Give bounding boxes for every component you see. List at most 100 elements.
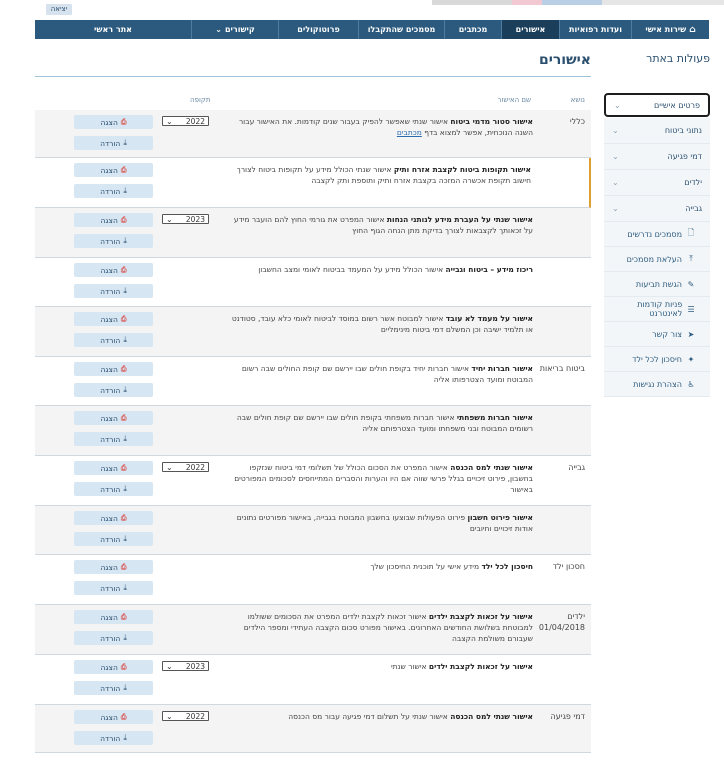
column-header-topic: נושא [570, 96, 585, 104]
view-button[interactable]: ⎙ הצגה [74, 610, 153, 624]
view-button-label: הצגה [100, 712, 118, 722]
sidebar-item-injury-pay[interactable]: דמי פגיעה ⌄ [604, 144, 710, 170]
row-description: אישור שנתי למס הכנסה אישור המפרט את הסכו… [223, 462, 533, 495]
sidebar-link-contact[interactable]: ➤ צור קשר [604, 322, 710, 347]
chevron-down-icon: ⌄ [166, 711, 173, 721]
pdf-icon: ⎙ [120, 364, 127, 373]
view-button[interactable]: ⎙ הצגה [74, 710, 153, 724]
send-icon: ➤ [687, 329, 695, 339]
sidebar-item-insurance-data[interactable]: נתוני ביטוח ⌄ [604, 118, 710, 144]
download-button[interactable]: ⤓ הורדה [74, 234, 153, 248]
download-button[interactable]: ⤓ הורדה [74, 383, 153, 397]
download-button[interactable]: ⤓ הורדה [74, 681, 153, 695]
sidebar-item-personal-details[interactable]: פרטים אישיים ⌄ [604, 93, 710, 117]
download-button[interactable]: ⤓ הורדה [74, 631, 153, 645]
row-description: אישור על זכאות לקצבת ילדים אישור שנתי [223, 661, 533, 672]
sidebar-item-label: פרטים אישיים [653, 100, 700, 110]
sidebar-link-submit-claims[interactable]: ✎ הגשת תביעות [604, 272, 710, 297]
sidebar-item-children[interactable]: ילדים ⌄ [604, 170, 710, 196]
period-value: 2023 [185, 661, 205, 671]
table-row: אישור שנתי על העברת מידע לנותני הנחות אי… [35, 208, 591, 258]
sidebar-link-child-savings[interactable]: ✦ חיסכון לכל ילד [604, 347, 710, 372]
nav-letters[interactable]: מכתבים [444, 20, 501, 39]
table-row: כללי אישור סטור מדמי ביטוח אישור שנתי שאפ… [35, 110, 591, 158]
chevron-down-icon: ⌄ [614, 100, 621, 110]
pdf-icon: ⎙ [120, 215, 127, 224]
download-button[interactable]: ⤓ הורדה [74, 136, 153, 150]
view-button[interactable]: ⎙ הצגה [74, 213, 153, 227]
download-button-label: הורדה [100, 484, 121, 494]
view-button[interactable]: ⎙ הצגה [74, 560, 153, 574]
view-button[interactable]: ⎙ הצגה [74, 115, 153, 129]
download-button-label: הורדה [100, 286, 121, 296]
sidebar-link-required-docs[interactable]: 🗋 מסמכים נדרשים [604, 222, 710, 247]
approval-name: אישור על זכאות לקצבת ילדים [428, 662, 533, 671]
period-select[interactable]: 2023 ⌄ [162, 214, 209, 224]
sidebar-item-collection[interactable]: גבייה ⌄ [604, 196, 710, 222]
view-button-label: הצגה [100, 413, 118, 423]
view-button[interactable]: ⎙ הצגה [74, 660, 153, 674]
view-button[interactable]: ⎙ הצגה [74, 411, 153, 425]
nav-approvals[interactable]: אישורים [501, 20, 559, 39]
approval-description: אישור שנתי [390, 662, 429, 671]
sidebar-link-label: צור קשר [652, 329, 682, 339]
nav-personal-service[interactable]: ⌂ שירות אישי [631, 20, 709, 39]
view-button-label: הצגה [100, 662, 118, 672]
download-button[interactable]: ⤓ הורדה [74, 532, 153, 546]
exit-button[interactable]: יציאה [46, 4, 72, 15]
row-description: אישור תקופות ביטוח לקצבת אזרח ותיק אישור… [221, 164, 531, 186]
period-select[interactable]: 2022 ⌄ [162, 462, 209, 472]
nav-main-site[interactable]: אתר ראשי [35, 20, 191, 39]
nav-received-documents[interactable]: מסמכים שהתקבלו [358, 20, 444, 39]
download-button[interactable]: ⤓ הורדה [74, 731, 153, 745]
download-button[interactable]: ⤓ הורדה [74, 333, 153, 347]
nav-links[interactable]: קישורים ⌄ [191, 20, 278, 39]
pdf-icon: ⎙ [120, 562, 127, 571]
nav-label: אישורים [515, 25, 546, 34]
period-select[interactable]: 2022 ⌄ [162, 711, 209, 721]
nav-protocols[interactable]: פרוטוקולים [278, 20, 358, 39]
table-row: ריכוז מידע – ביטוח וגבייה אישור הכולל מי… [35, 258, 591, 307]
download-button[interactable]: ⤓ הורדה [74, 482, 153, 496]
download-button-label: הורדה [100, 138, 121, 148]
view-button[interactable]: ⎙ הצגה [74, 163, 153, 177]
sidebar-link-accessibility[interactable]: ♿ הצהרת נגישות [604, 372, 710, 397]
view-button[interactable]: ⎙ הצגה [74, 362, 153, 376]
view-button[interactable]: ⎙ הצגה [74, 461, 153, 475]
download-button[interactable]: ⤓ הורדה [74, 284, 153, 298]
approval-description: אישור שנתי על תשלום דמי פגיעה עבור מס הכ… [288, 712, 451, 721]
view-button[interactable]: ⎙ הצגה [74, 263, 153, 277]
approval-description: מידע אישי על תוכנית החיסכון שלך [370, 562, 482, 571]
pdf-icon: ⎙ [120, 712, 127, 721]
row-description: ריכוז מידע – ביטוח וגבייה אישור הכולל מי… [223, 264, 533, 275]
download-button[interactable]: ⤓ הורדה [74, 184, 153, 198]
view-button[interactable]: ⎙ הצגה [74, 511, 153, 525]
approval-name: אישור פירוט חשבון [467, 513, 533, 522]
nav-medical-committees[interactable]: ועדות רפואיות [559, 20, 631, 39]
download-icon: ⤓ [123, 683, 127, 692]
row-description: אישור על זכאות לקצבת ילדים אישור זכאות ל… [223, 611, 533, 644]
view-button-label: הצגה [100, 265, 118, 275]
approval-name: אישור שנתי על העברת מידע לנותני הנחות [386, 215, 533, 224]
download-button[interactable]: ⤓ הורדה [74, 432, 153, 446]
download-icon: ⤓ [123, 633, 127, 642]
view-button[interactable]: ⎙ הצגה [74, 312, 153, 326]
chevron-down-icon: ⌄ [166, 661, 173, 671]
letters-link[interactable]: מכתבים [397, 128, 422, 137]
period-select[interactable]: 2023 ⌄ [162, 661, 209, 671]
decor-bar-gray [432, 0, 512, 5]
nav-label: ועדות רפואיות [569, 25, 622, 34]
download-icon: ⤓ [123, 733, 127, 742]
row-topic: ביטוח בריאות [539, 364, 585, 373]
pdf-icon: ⎙ [120, 165, 127, 174]
document-icon: 🗋 [687, 228, 695, 237]
sidebar-link-upload-docs[interactable]: ⤒ העלאת מסמכים [604, 247, 710, 272]
period-select[interactable]: 2022 ⌄ [162, 116, 209, 126]
row-topic: חסכון ילד [552, 562, 585, 571]
view-button-label: הצגה [100, 117, 118, 127]
pdf-icon: ⎙ [120, 117, 127, 126]
sidebar-item-label: נתוני ביטוח [664, 126, 702, 135]
download-button[interactable]: ⤓ הורדה [74, 581, 153, 595]
sidebar-link-previous-requests[interactable]: ☰ פניות קודמות לאינטרנט [604, 297, 710, 322]
view-button-label: הצגה [100, 463, 118, 473]
